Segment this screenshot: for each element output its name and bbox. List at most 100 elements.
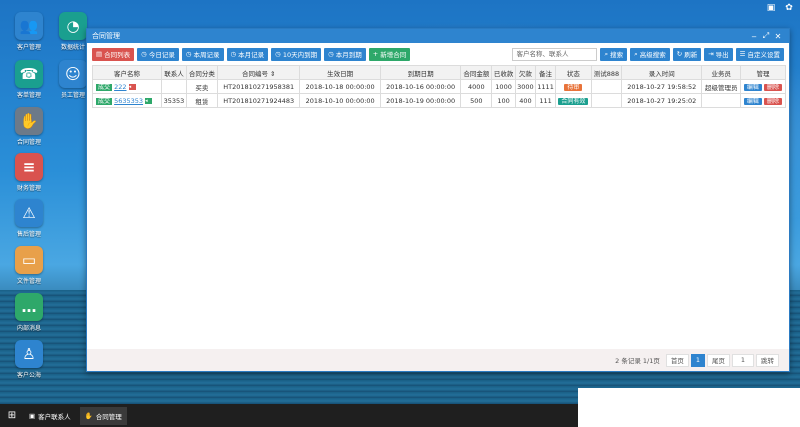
category-cell: 买卖 <box>185 79 218 94</box>
desktop-icon-6[interactable]: ≡ 财务管理 <box>10 153 48 192</box>
action-button-1[interactable]: ⌕ 搜索 <box>600 47 628 61</box>
export-icon: ⇥ <box>708 50 714 58</box>
received-cell: 1000 <box>491 79 516 94</box>
column-header[interactable]: 合同编号 ⇕ <box>216 65 301 80</box>
person-icon: ♙ <box>15 340 43 368</box>
edit-button[interactable]: 编辑 <box>743 98 762 105</box>
status-badge: 合同有效 <box>558 98 589 105</box>
desktop-icon-8[interactable]: ▭ 文件管理 <box>10 246 48 285</box>
filter-button-1[interactable]: ▤ 合同列表 <box>92 47 135 61</box>
handshake-icon: ✋ <box>15 107 43 135</box>
filter-button-3[interactable]: ◷ 本周记录 <box>181 47 224 61</box>
column-header: 到期日期 <box>379 65 462 80</box>
column-header: 合同金额 <box>460 65 493 80</box>
phone-icon: ☎ <box>15 60 43 88</box>
delete-button[interactable]: 删除 <box>764 98 783 105</box>
settings-icon: ☰ <box>739 50 746 58</box>
salesman-cell <box>701 93 741 108</box>
action-button-5[interactable]: ☰ 自定义设置 <box>735 47 784 61</box>
action-button-label: 导出 <box>715 51 729 59</box>
filter-button-4[interactable]: ◷ 本月记录 <box>226 47 269 61</box>
customer-link[interactable]: 222 <box>114 83 126 91</box>
window-title: 合同管理 <box>92 32 120 40</box>
search-icon: ⌕ <box>634 49 638 58</box>
contract-table: 客户名称 联系人 合同分类 合同编号 ⇕ 生效日期 到期日期 合同金额 已收款 欠款 备注 状态 测试… <box>91 65 787 108</box>
action-button-3[interactable]: ↻ 刷新 <box>672 47 702 61</box>
customer-cell: 成交 5635353 ◂ <box>91 93 163 108</box>
table-row[interactable]: 成交 5635353 ◂ 35353 租赁 HT201810271924483 2018… <box>91 93 787 108</box>
taskbar-item-1[interactable]: ▣ 客户联系人 <box>24 407 76 425</box>
window-titlebar[interactable]: 合同管理 ‒ ⤢ ✕ <box>87 29 789 43</box>
database-icon: ≡ <box>15 153 43 181</box>
handshake-icon: ✋ <box>84 411 93 420</box>
customer-link[interactable]: 5635353 <box>114 97 143 105</box>
refresh-icon: ↻ <box>676 50 683 58</box>
end-cell: 2018-10-19 00:00:00 <box>379 93 462 108</box>
action-button-4[interactable]: ⇥ 导出 <box>704 47 733 61</box>
clock-icon: ◷ <box>185 50 192 58</box>
status-badge: 待审 <box>564 84 583 91</box>
filter-button-label: 本月记录 <box>238 51 265 59</box>
notification-icon[interactable]: ▣ <box>766 3 776 13</box>
clock-icon: ◷ <box>141 50 147 58</box>
taskbar-item-2[interactable]: ✋ 合同管理 <box>79 406 127 425</box>
filter-button-label: 今日记录 <box>148 51 175 59</box>
flag-icon[interactable]: ◂ <box>128 84 136 90</box>
flag-icon[interactable]: ◂ <box>145 98 153 104</box>
filter-button-label: 合同列表 <box>104 51 131 59</box>
delete-button[interactable]: 删除 <box>764 84 783 91</box>
close-icon[interactable]: ✕ <box>772 32 784 41</box>
column-header: 生效日期 <box>299 65 381 80</box>
filter-button-2[interactable]: ◷ 今日记录 <box>137 47 179 61</box>
first-page-button[interactable]: 首页 <box>665 353 689 367</box>
maximize-icon[interactable]: ⤢ <box>760 31 772 41</box>
column-header: 合同分类 <box>185 65 218 80</box>
goto-page-button[interactable]: 跳转 <box>756 353 779 367</box>
amount-cell: 500 <box>460 93 493 108</box>
pie-chart-icon: ◔ <box>59 12 87 40</box>
filter-button-label: 本月到期 <box>335 51 362 59</box>
note-cell: 1111 <box>534 79 557 94</box>
contact-cell: 35353 <box>161 93 187 108</box>
debt-cell: 400 <box>514 93 536 108</box>
desktop-icon-label: 合同管理 <box>16 139 41 146</box>
desktop-icon-label: 客户管理 <box>16 44 41 51</box>
desktop-icon-7[interactable]: ⚠ 售后管理 <box>10 199 48 238</box>
salesman-cell: 超级管理员 <box>701 79 741 94</box>
search-icon: ⌕ <box>604 49 609 58</box>
filter-button-label: 本周记录 <box>193 51 220 59</box>
column-header: 管理 <box>739 65 787 80</box>
clock-icon: ◷ <box>275 50 281 58</box>
last-page-button[interactable]: 尾页 <box>707 353 730 367</box>
filter-button-5[interactable]: ◷ 10天内到期 <box>271 47 322 61</box>
desktop-icon-label: 售后管理 <box>16 231 41 238</box>
minimize-icon[interactable]: ‒ <box>748 32 760 41</box>
plus-icon: + <box>372 50 379 58</box>
current-page-button[interactable]: 1 <box>690 353 705 367</box>
desktop-icon-1[interactable]: 👥 客户管理 <box>10 12 48 51</box>
start-cell: 2018-10-18 00:00:00 <box>299 79 381 94</box>
created-cell: 2018-10-27 19:25:02 <box>621 93 703 108</box>
filter-button-7[interactable]: + 新增合同 <box>368 47 411 61</box>
customer-cell: 成交 222 ◂ <box>91 79 163 94</box>
desktop-icon-5[interactable]: ✋ 合同管理 <box>10 107 48 146</box>
desktop-icon-10[interactable]: ♙ 客户公海 <box>10 340 48 379</box>
search-input[interactable] <box>512 47 598 61</box>
desktop-icon-3[interactable]: ☎ 客单管理 <box>10 60 48 99</box>
desktop-icon-label: 财务管理 <box>16 185 41 192</box>
desktop-icon-label: 客户公海 <box>16 372 41 379</box>
number-cell: HT201810271958381 <box>216 79 301 94</box>
filter-button-6[interactable]: ◷ 本月到期 <box>324 47 366 61</box>
deal-badge: 成交 <box>96 98 113 105</box>
users-icon: 👥 <box>15 12 43 40</box>
action-button-2[interactable]: ⌕ 高级搜索 <box>630 47 670 61</box>
desktop-icon-9[interactable]: … 内部消息 <box>10 293 48 332</box>
edit-button[interactable]: 编辑 <box>743 84 762 91</box>
column-header: 已收款 <box>491 65 516 80</box>
column-header: 录入时间 <box>621 65 703 80</box>
pagination-info: 2 条记录 1/1页 <box>615 357 660 365</box>
goto-page-input[interactable]: 1 <box>732 353 754 367</box>
table-row[interactable]: 成交 222 ◂ 买卖 HT201810271958381 2018-10-18 00… <box>91 79 787 94</box>
start-windows-icon[interactable]: ⊞ <box>4 408 20 424</box>
apps-icon[interactable]: ✿ <box>784 3 794 13</box>
